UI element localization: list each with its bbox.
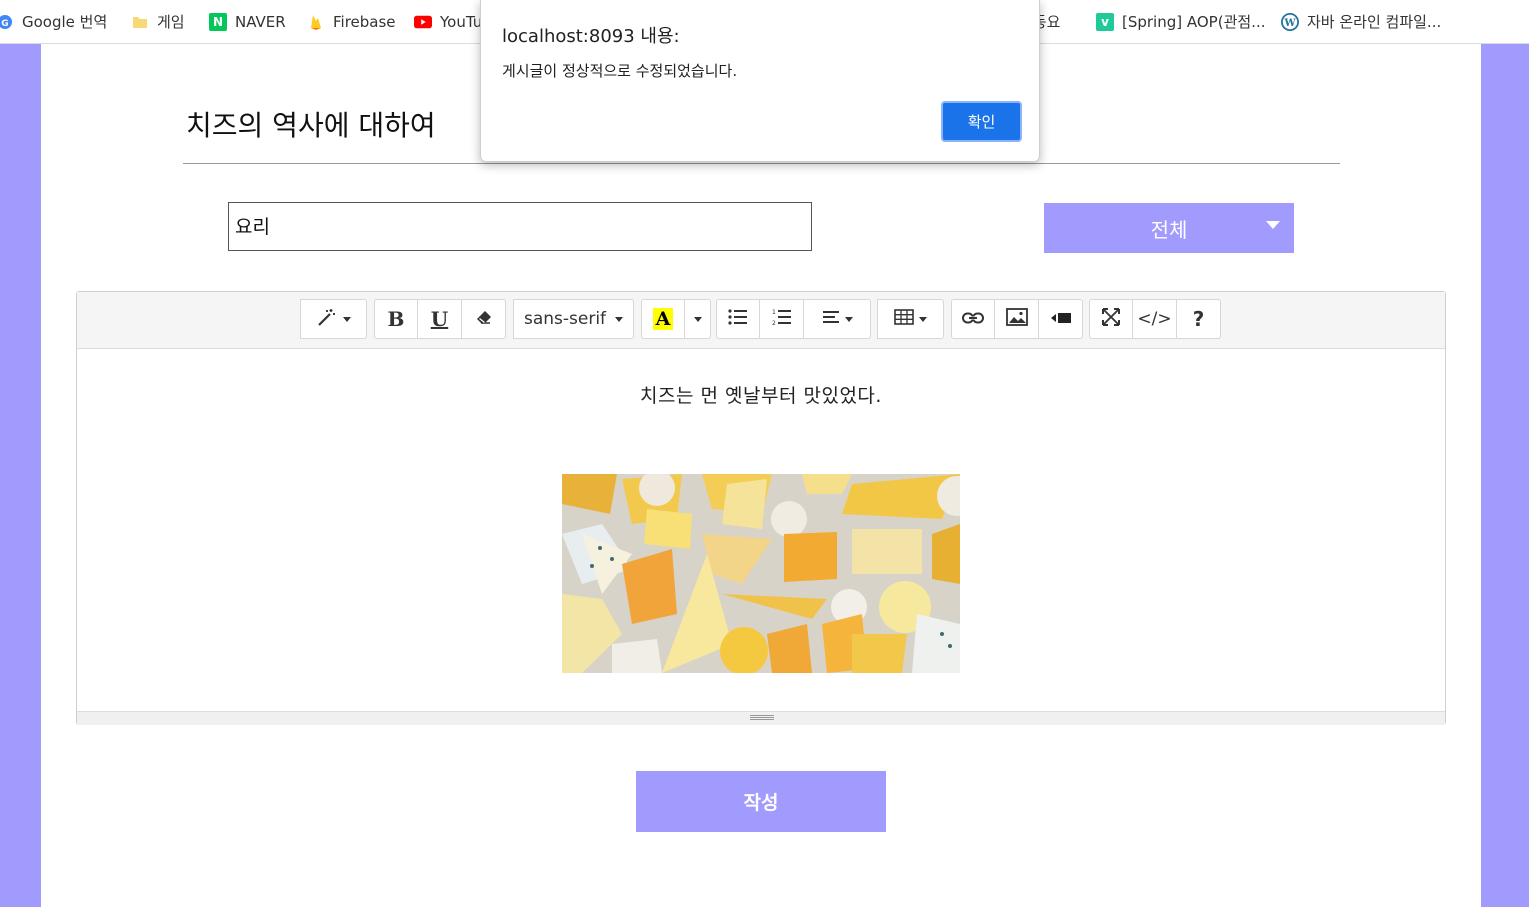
velog-icon: v — [1096, 12, 1114, 31]
bookmark-label: YouTu — [440, 12, 483, 31]
view-group: </> ? — [1089, 299, 1221, 339]
firebase-icon — [307, 13, 325, 31]
submit-button[interactable]: 작성 — [636, 771, 886, 832]
recent-color-button[interactable]: A — [641, 299, 685, 339]
bookmark-label: NAVER — [235, 12, 286, 31]
title-divider — [183, 163, 1340, 164]
bookmark-label: Firebase — [333, 12, 396, 31]
cheese-photo[interactable] — [562, 474, 960, 673]
naver-icon: N — [209, 12, 227, 31]
content-paragraph: 치즈는 먼 옛날부터 맛있었다. — [640, 385, 882, 407]
board-select-value: 전체 — [1150, 217, 1188, 242]
eraser-icon — [475, 309, 493, 329]
dialog-title: localhost:8093 내용: — [502, 26, 680, 47]
page-title: 치즈의 역사에 대하여 — [186, 109, 436, 142]
color-group: A — [641, 299, 711, 339]
color-dropdown-button[interactable] — [685, 299, 711, 339]
fullscreen-icon — [1102, 308, 1120, 330]
fullscreen-button[interactable] — [1089, 299, 1133, 339]
link-icon — [962, 310, 984, 328]
bookmark-spring-aop[interactable]: v [Spring] AOP(관점... — [1096, 0, 1265, 43]
clear-format-button[interactable] — [462, 299, 506, 339]
font-name-group: sans-serif — [513, 299, 634, 339]
bookmark-naver[interactable]: N NAVER — [209, 0, 286, 43]
font-name-value: sans-serif — [523, 309, 607, 329]
dialog-ok-button[interactable]: 확인 — [941, 101, 1022, 142]
unordered-list-icon — [728, 309, 748, 329]
bookmark-label: 자바 온라인 컴파일... — [1307, 13, 1442, 31]
editor-toolbar: B U sans-serif A 1 2 </> ? — [77, 292, 1445, 349]
style-group — [300, 299, 367, 339]
bookmark-youtube[interactable]: YouTu — [414, 0, 482, 43]
editor-content[interactable]: 치즈는 먼 옛날부터 맛있었다. — [77, 349, 1445, 711]
svg-text:G: G — [1, 19, 8, 29]
help-button[interactable]: ? — [1177, 299, 1221, 339]
alert-dialog: localhost:8093 내용: 게시글이 정상적으로 수정되었습니다. 확… — [480, 0, 1040, 162]
video-icon — [1050, 310, 1072, 328]
bookmark-label: 게임 — [157, 13, 185, 31]
bookmark-label: Google 번역 — [22, 13, 108, 31]
ordered-list-button[interactable]: 12 — [760, 299, 804, 339]
svg-text:2: 2 — [772, 320, 776, 326]
svg-text:W: W — [1283, 18, 1296, 29]
paragraph-align-dropdown[interactable] — [804, 299, 871, 339]
table-group — [877, 299, 944, 339]
cheese-photo-illustration — [562, 474, 960, 673]
post-edit-page: 치즈의 역사에 대하여 요리 전체 B U sans-serif A 1 2 <… — [41, 44, 1481, 907]
insert-group — [951, 299, 1083, 339]
bookmark-label: [Spring] AOP(관점... — [1122, 13, 1266, 31]
bookmark-google-translate[interactable]: G Google 번역 — [0, 0, 107, 43]
bookmark-folder-games[interactable]: 게임 — [131, 0, 185, 43]
codeview-button[interactable]: </> — [1133, 299, 1177, 339]
style-button[interactable] — [300, 299, 367, 339]
ordered-list-icon: 12 — [772, 308, 792, 330]
category-input[interactable]: 요리 — [228, 202, 812, 251]
magic-wand-icon — [316, 307, 338, 331]
font-name-dropdown[interactable]: sans-serif — [513, 299, 634, 339]
rich-text-editor: B U sans-serif A 1 2 </> ? 치즈는 먼 옛날부터 맛있… — [76, 291, 1446, 725]
folder-icon — [131, 13, 149, 31]
grip-icon — [750, 715, 774, 716]
bold-button[interactable]: B — [374, 299, 418, 339]
editor-resize-handle[interactable] — [77, 711, 1445, 725]
insert-picture-button[interactable] — [995, 299, 1039, 339]
insert-link-button[interactable] — [951, 299, 995, 339]
text-color-letter: A — [652, 308, 674, 330]
chevron-down-icon — [693, 316, 702, 322]
bookmark-firebase[interactable]: Firebase — [307, 0, 396, 43]
picture-icon — [1005, 308, 1028, 330]
chevron-down-icon — [1266, 221, 1280, 229]
wordpress-icon: W — [1281, 12, 1299, 31]
underline-button[interactable]: U — [418, 299, 462, 339]
font-style-group: B U — [374, 299, 506, 339]
bookmark-java-compiler[interactable]: W 자바 온라인 컴파일... — [1281, 0, 1441, 43]
dialog-message: 게시글이 정상적으로 수정되었습니다. — [502, 62, 738, 80]
paragraph-group: 12 — [716, 299, 871, 339]
unordered-list-button[interactable] — [716, 299, 760, 339]
insert-video-button[interactable] — [1039, 299, 1083, 339]
align-left-icon — [822, 310, 840, 328]
board-select[interactable]: 전체 — [1044, 203, 1294, 253]
table-icon — [894, 309, 914, 329]
youtube-icon — [414, 13, 432, 31]
svg-text:1: 1 — [772, 309, 776, 316]
google-translate-icon: G — [0, 13, 14, 31]
table-dropdown[interactable] — [877, 299, 944, 339]
